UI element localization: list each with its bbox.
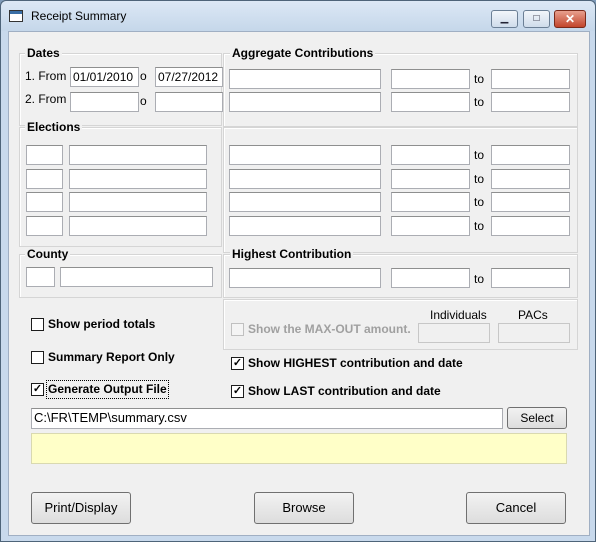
show-highest-checkbox[interactable]: ✓: [231, 357, 244, 370]
aggregate-row-2-from-input[interactable]: [391, 92, 470, 112]
election-range-2-to-input[interactable]: [491, 169, 570, 189]
aggregate-contributions-label: Aggregate Contributions: [230, 46, 376, 60]
receipt-summary-window: Receipt Summary ▁ □ ✕ Dates 1. From 01/0…: [0, 0, 596, 542]
dates-group: [19, 53, 222, 126]
close-button[interactable]: ✕: [554, 10, 586, 28]
election-range-3-from-input[interactable]: [391, 192, 470, 212]
election-range-1-to-label: to: [474, 148, 485, 162]
status-message-area: [31, 433, 567, 464]
election-range-1-to-input[interactable]: [491, 145, 570, 165]
election-1-code-input[interactable]: [26, 145, 63, 165]
print-display-button[interactable]: Print/Display: [31, 492, 131, 524]
aggregate-row-1-from-input[interactable]: [391, 69, 470, 89]
election-range-2-name-input[interactable]: [229, 169, 381, 189]
maxout-pacs-input[interactable]: [498, 323, 570, 343]
title-bar[interactable]: Receipt Summary ▁ □ ✕: [1, 1, 595, 31]
election-2-name-input[interactable]: [69, 169, 207, 189]
summary-report-only-label: Summary Report Only: [48, 350, 175, 364]
maxout-pacs-label: PACs: [518, 308, 548, 322]
maximize-button[interactable]: □: [523, 10, 550, 28]
aggregate-row-2-to-input[interactable]: [491, 92, 570, 112]
election-range-2-to-label: to: [474, 172, 485, 186]
date-range-2-from-input[interactable]: [70, 92, 139, 112]
aggregate-row-1-name-input[interactable]: [229, 69, 381, 89]
election-2-code-input[interactable]: [26, 169, 63, 189]
aggregate-row-2-to-label: to: [474, 95, 485, 109]
show-maxout-label: Show the MAX-OUT amount.: [248, 322, 411, 336]
highest-contribution-from-input[interactable]: [391, 268, 470, 288]
election-range-4-to-input[interactable]: [491, 216, 570, 236]
highest-contribution-to-input[interactable]: [491, 268, 570, 288]
highest-contribution-name-input[interactable]: [229, 268, 381, 288]
election-4-name-input[interactable]: [69, 216, 207, 236]
election-range-4-to-label: to: [474, 219, 485, 233]
dialog-body: Dates 1. From 01/01/2010 o 07/27/2012 2.…: [8, 31, 590, 536]
date-range-1-to-input[interactable]: 07/27/2012: [155, 67, 223, 87]
date-range-1-to-label: o: [140, 69, 147, 83]
show-period-totals-label: Show period totals: [48, 317, 156, 331]
election-3-code-input[interactable]: [26, 192, 63, 212]
dates-group-label: Dates: [25, 46, 62, 60]
maxout-individuals-input[interactable]: [418, 323, 490, 343]
date-range-2-to-input[interactable]: [155, 92, 223, 112]
aggregate-contributions-group: [223, 53, 578, 127]
election-range-3-to-input[interactable]: [491, 192, 570, 212]
election-range-4-from-input[interactable]: [391, 216, 470, 236]
county-group-label: County: [25, 247, 71, 261]
election-range-4-name-input[interactable]: [229, 216, 381, 236]
window-title: Receipt Summary: [31, 9, 127, 23]
show-last-label: Show LAST contribution and date: [248, 384, 441, 398]
county-code-input[interactable]: [26, 267, 55, 287]
select-file-button[interactable]: Select: [507, 407, 567, 429]
output-path-input[interactable]: C:\FR\TEMP\summary.csv: [31, 408, 503, 429]
aggregate-row-1-to-input[interactable]: [491, 69, 570, 89]
date-range-2-label: 2. From: [25, 92, 67, 106]
show-last-checkbox[interactable]: ✓: [231, 385, 244, 398]
highest-contribution-to-label: to: [474, 272, 485, 286]
browse-button[interactable]: Browse: [254, 492, 354, 524]
generate-output-file-label: Generate Output File: [48, 382, 167, 396]
show-period-totals-checkbox[interactable]: [31, 318, 44, 331]
election-1-name-input[interactable]: [69, 145, 207, 165]
minimize-button[interactable]: ▁: [491, 10, 518, 28]
app-window-icon: [9, 10, 23, 22]
maxout-individuals-label: Individuals: [430, 308, 487, 322]
county-name-input[interactable]: [60, 267, 213, 287]
date-range-1-label: 1. From: [25, 69, 67, 83]
show-maxout-checkbox[interactable]: [231, 323, 244, 336]
election-range-3-name-input[interactable]: [229, 192, 381, 212]
aggregate-row-2-name-input[interactable]: [229, 92, 381, 112]
generate-output-file-checkbox[interactable]: ✓: [31, 383, 44, 396]
election-range-2-from-input[interactable]: [391, 169, 470, 189]
date-range-2-to-label: o: [140, 94, 147, 108]
election-range-3-to-label: to: [474, 195, 485, 209]
date-range-1-from-input[interactable]: 01/01/2010: [70, 67, 139, 87]
cancel-button[interactable]: Cancel: [466, 492, 566, 524]
summary-report-only-checkbox[interactable]: [31, 351, 44, 364]
aggregate-row-1-to-label: to: [474, 72, 485, 86]
election-4-code-input[interactable]: [26, 216, 63, 236]
elections-group-label: Elections: [25, 120, 83, 134]
show-highest-label: Show HIGHEST contribution and date: [248, 356, 463, 370]
election-3-name-input[interactable]: [69, 192, 207, 212]
election-range-1-name-input[interactable]: [229, 145, 381, 165]
election-range-1-from-input[interactable]: [391, 145, 470, 165]
highest-contribution-label: Highest Contribution: [230, 247, 354, 261]
